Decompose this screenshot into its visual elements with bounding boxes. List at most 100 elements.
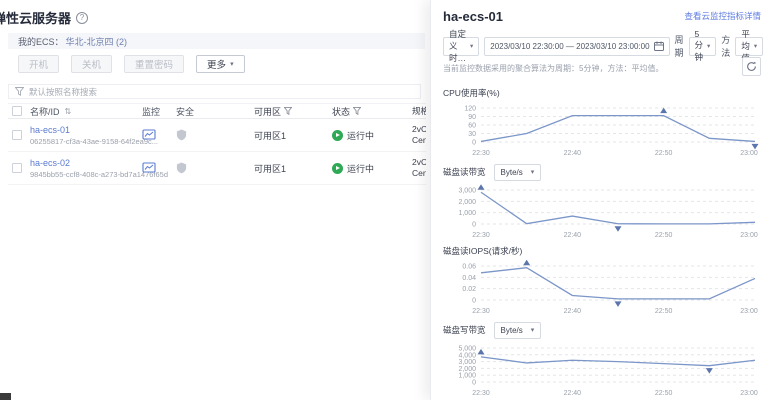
az-cell: 可用区1 — [254, 163, 287, 174]
period-select[interactable]: 5分钟 ▾ — [688, 29, 717, 62]
more-button-label: 更多 — [207, 60, 227, 71]
period-label: 周期 — [674, 35, 684, 58]
svg-text:0.02: 0.02 — [462, 286, 476, 293]
chevron-down-icon: ▾ — [707, 43, 711, 50]
col-spec: 规格 — [412, 105, 426, 116]
status-text: 运行中 — [347, 130, 375, 141]
spec-line1: 2vC — [412, 157, 426, 167]
chart-svg: 0 0.02 0.04 0.06 22:30 22:40 22:50 23:00 — [462, 260, 758, 315]
svg-text:4,000: 4,000 — [458, 352, 476, 359]
unit-select[interactable]: Byte/s ▾ — [493, 321, 542, 339]
instance-name-link[interactable]: ha-ecs-02 — [30, 158, 142, 168]
chevron-down-icon: ▾ — [470, 43, 474, 50]
svg-text:0: 0 — [472, 140, 476, 147]
row-checkbox[interactable] — [12, 163, 22, 173]
reset-password-button[interactable]: 重置密码 — [124, 55, 185, 73]
page-title: 弹性云服务器 — [0, 11, 72, 26]
more-button[interactable]: 更多 ▾ — [196, 55, 245, 73]
svg-text:23:00: 23:00 — [740, 150, 758, 157]
filter-placeholder: 默认按照名称搜索 — [29, 86, 98, 97]
chart-title: 磁盘读带宽 — [443, 167, 486, 177]
instance-id: 9845bb55-ccf8-408c-a273-bd7a1476f65d — [30, 169, 169, 179]
instance-table: 名称/ID ⇅ 监控 安全 可用区 状态 规格 ha-ecs-01 062558… — [8, 103, 426, 185]
chevron-down-icon: ▾ — [530, 327, 535, 334]
table-row[interactable]: ha-ecs-01 06255817-cf3a-43ae-9158-64f2ea… — [8, 119, 426, 152]
sort-icon[interactable]: ⇅ — [65, 107, 72, 116]
cloudeye-details-link[interactable]: 查看云监控指标详情 — [684, 10, 761, 22]
time-range-value: 自定义时… — [449, 29, 467, 63]
aggregation-note: 当前监控数据采用的聚合算法为周期：5分钟，方法：平均值。 — [443, 64, 664, 73]
svg-text:22:40: 22:40 — [564, 390, 582, 397]
instance-id: 06255817-cf3a-43ae-9158-64f2ea9c... — [30, 136, 159, 146]
status-filter-icon[interactable] — [353, 107, 362, 115]
page-header: 弹性云服务器 ? — [0, 8, 89, 27]
drawer-title: ha-ecs-01 — [443, 9, 503, 24]
svg-text:1,000: 1,000 — [458, 210, 476, 217]
select-all-checkbox[interactable] — [12, 106, 22, 116]
chart-disk-read-iops: 磁盘读IOPS(请求/秒) 0 0.02 0.04 0.06 22:30 22:40 22:… — [443, 244, 761, 316]
power-off-button[interactable]: 关机 — [71, 55, 113, 73]
chart-plot: 0 1,000 2,000 3,000 4,000 5,000 22:30 22:40 22:5… — [443, 342, 761, 398]
monitoring-icon[interactable] — [142, 162, 156, 174]
col-monitor: 监控 — [142, 106, 161, 117]
date-range-value: 2023/03/10 22:30:00 — 2023/03/10 23:00:0… — [490, 41, 650, 51]
drawer-header: ha-ecs-01 查看云监控指标详情 — [431, 0, 771, 26]
filter-funnel-icon — [15, 87, 24, 96]
svg-text:90: 90 — [468, 114, 476, 121]
svg-text:23:00: 23:00 — [740, 232, 758, 239]
svg-text:22:50: 22:50 — [655, 232, 673, 239]
refresh-button[interactable] — [742, 57, 761, 76]
time-range-select[interactable]: 自定义时… ▾ — [443, 29, 480, 63]
chart-cpu-usage: CPU使用率(%) 0 30 60 90 120 22:30 22:40 22:50 23:00 — [443, 86, 761, 158]
method-select[interactable]: 平均值 ▾ — [735, 29, 764, 63]
svg-text:22:30: 22:30 — [472, 308, 490, 315]
table-header-row: 名称/ID ⇅ 监控 安全 可用区 状态 规格 — [8, 103, 426, 119]
region-link[interactable]: 华北-北京四 (2) — [66, 35, 128, 48]
date-range-input[interactable]: 2023/03/10 22:30:00 — 2023/03/10 23:00:0… — [484, 36, 670, 56]
status-text: 运行中 — [347, 163, 375, 174]
refresh-icon — [747, 61, 757, 71]
chart-plot: 0 0.02 0.04 0.06 22:30 22:40 22:50 23:00 — [443, 260, 761, 316]
chart-svg: 01,0002,0003,0004,0005,000 22:30 22:40 22:5… — [458, 346, 758, 398]
col-security: 安全 — [176, 106, 195, 117]
chevron-down-icon: ▾ — [230, 61, 234, 68]
svg-text:22:50: 22:50 — [655, 150, 673, 157]
chart-svg: 0 1,000 2,000 3,000 22:30 22:40 22:50 23:00 — [458, 184, 758, 239]
running-status-icon — [332, 129, 343, 141]
svg-text:22:30: 22:30 — [472, 232, 490, 239]
svg-text:23:00: 23:00 — [740, 390, 758, 397]
svg-text:22:50: 22:50 — [655, 390, 673, 397]
svg-text:3,000: 3,000 — [458, 188, 476, 195]
chart-disk-read-bandwidth: 磁盘读带宽 Byte/s ▾ 0 1,000 2,000 3,000 22:30 22:4… — [443, 162, 761, 240]
svg-text:1,000: 1,000 — [458, 373, 476, 380]
security-shield-icon[interactable] — [176, 162, 187, 174]
unit-select[interactable]: Byte/s ▾ — [493, 163, 542, 181]
help-icon[interactable]: ? — [76, 11, 89, 24]
svg-text:0.04: 0.04 — [462, 275, 476, 282]
az-filter-icon[interactable] — [284, 107, 293, 115]
svg-text:0: 0 — [472, 380, 476, 387]
chart-svg: 0 3060 90120 22:30 22:40 22:50 23:00 — [464, 106, 759, 157]
power-on-button[interactable]: 开机 — [18, 55, 60, 73]
svg-text:22:40: 22:40 — [564, 150, 582, 157]
svg-text:23:00: 23:00 — [740, 308, 758, 315]
row-checkbox[interactable] — [12, 130, 22, 140]
chevron-down-icon: ▾ — [530, 169, 535, 176]
chart-title: CPU使用率(%) — [443, 88, 500, 98]
svg-text:5,000: 5,000 — [458, 346, 476, 353]
svg-text:0: 0 — [472, 298, 476, 305]
table-row[interactable]: ha-ecs-02 9845bb55-ccf8-408c-a273-bd7a14… — [8, 152, 426, 185]
svg-text:22:40: 22:40 — [564, 232, 582, 239]
col-az: 可用区 — [254, 106, 282, 117]
search-filter-input[interactable]: 默认按照名称搜索 — [8, 84, 421, 99]
col-name-id[interactable]: 名称/ID — [30, 105, 60, 118]
instance-name-link[interactable]: ha-ecs-01 — [30, 125, 142, 135]
svg-text:2,000: 2,000 — [458, 366, 476, 373]
chart-title: 磁盘读IOPS(请求/秒) — [443, 246, 523, 256]
monitoring-icon[interactable] — [142, 129, 156, 141]
unit-value: Byte/s — [500, 325, 523, 335]
chart-plot: 0 30 60 90 120 22:30 22:40 22:50 23:00 — [443, 102, 761, 158]
running-status-icon — [332, 162, 343, 174]
notice-prefix: 我的ECS： — [18, 36, 64, 47]
security-shield-icon[interactable] — [176, 129, 187, 141]
